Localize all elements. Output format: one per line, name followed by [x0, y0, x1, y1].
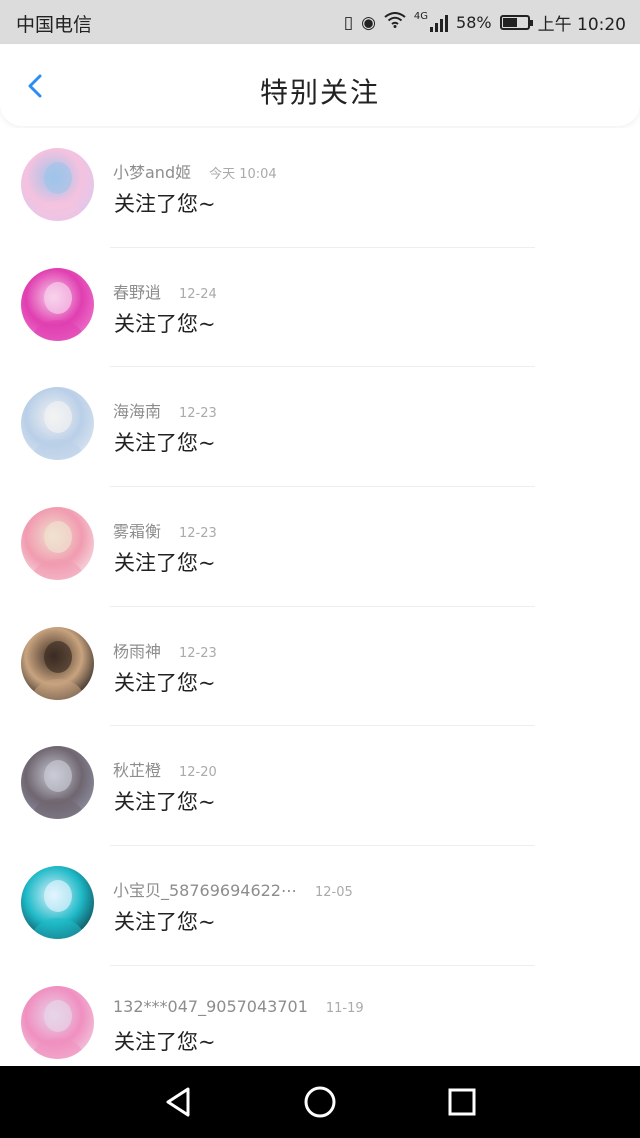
timestamp: 12-24 — [179, 286, 217, 302]
page-title: 特别关注 — [259, 76, 380, 109]
navigation-bar — [0, 1066, 640, 1138]
list-item[interactable]: 小梦and姬 今天 10:04 关注了您~ — [0, 128, 640, 248]
timestamp: 12-20 — [179, 765, 217, 781]
vibrate-icon: ▯ — [343, 12, 354, 33]
avatar[interactable] — [21, 746, 94, 820]
user-name-text: 小梦and姬 — [113, 163, 192, 182]
user-name-text: 秋芷橙 — [113, 761, 162, 781]
square-recents-icon — [448, 1088, 476, 1116]
battery-percent: 58% — [456, 13, 492, 32]
user-name: 132***047_9057043701 11-19 — [113, 997, 364, 1016]
timestamp: 11-19 — [325, 1000, 364, 1016]
timestamp: 12-23 — [179, 645, 217, 661]
message-text: 关注了您~ — [114, 910, 216, 935]
avatar[interactable] — [21, 866, 94, 940]
avatar[interactable] — [21, 267, 94, 341]
list-item[interactable]: 春野逍 12-24 关注了您~ — [0, 248, 640, 368]
eye-icon: ◉ — [361, 12, 376, 33]
list-item[interactable]: 132***047_9057043701 11-19 关注了您~ — [0, 966, 640, 1066]
avatar[interactable] — [21, 387, 94, 461]
user-name: 春野逍 12-24 — [113, 279, 217, 303]
wifi-icon — [384, 12, 406, 33]
message-text: 关注了您~ — [114, 551, 216, 576]
user-name: 雾霜衡 12-23 — [113, 518, 217, 542]
nav-recents-button[interactable] — [444, 1084, 480, 1120]
message-text: 关注了您~ — [114, 192, 216, 216]
timestamp: 12-23 — [179, 406, 217, 422]
triangle-back-icon — [166, 1087, 190, 1117]
user-name: 杨雨神 12-23 — [113, 638, 217, 662]
list-item[interactable]: 小宝贝_58769694622⋯ 12-05 关注了您~ — [0, 846, 640, 966]
message-text: 关注了您~ — [114, 670, 216, 695]
user-name: 秋芷橙 12-20 — [113, 757, 217, 781]
user-name-text: 小宝贝_58769694622⋯ — [113, 881, 297, 901]
timestamp: 12-23 — [179, 526, 217, 542]
battery-icon — [499, 15, 533, 30]
avatar[interactable] — [21, 148, 94, 221]
header: 特别关注 — [0, 44, 640, 126]
status-icons: ▯ ◉ 4G 58% 上午 10:20 — [344, 10, 626, 35]
user-name-text: 杨雨神 — [113, 641, 162, 661]
user-name-text: 海海南 — [113, 402, 162, 422]
clock: 上午 10:20 — [537, 15, 626, 35]
message-text: 关注了您~ — [114, 311, 216, 336]
user-name: 小梦and姬 今天 10:04 — [113, 159, 277, 183]
circle-home-icon — [304, 1086, 336, 1118]
list-item[interactable]: 杨雨神 12-23 关注了您~ — [0, 607, 640, 727]
list-item[interactable]: 秋芷橙 12-20 关注了您~ — [0, 726, 640, 847]
user-name-text: 雾霜衡 — [113, 522, 162, 542]
avatar[interactable] — [21, 985, 94, 1059]
message-text: 关注了您~ — [114, 431, 216, 456]
user-name: 小宝贝_58769694622⋯ 12-05 — [113, 877, 353, 901]
avatar[interactable] — [21, 626, 94, 700]
carrier-label: 中国电信 — [16, 14, 93, 36]
message-text: 关注了您~ — [114, 790, 216, 815]
list-item[interactable]: 海海南 12-23 关注了您~ — [0, 367, 640, 488]
signal-icon — [430, 14, 449, 32]
timestamp: 今天 10:04 — [209, 167, 277, 182]
user-name: 海海南 12-23 — [113, 398, 217, 422]
status-bar: 中国电信 ▯ ◉ 4G 58% 上午 10:20 — [0, 0, 640, 44]
network-type-label: 4G — [413, 11, 429, 22]
list-item[interactable]: 雾霜衡 12-23 关注了您~ — [0, 487, 640, 607]
avatar[interactable] — [21, 507, 94, 581]
message-text: 关注了您~ — [114, 1029, 216, 1054]
timestamp: 12-05 — [314, 885, 353, 901]
user-name-text: 132***047_9057043701 — [113, 996, 308, 1016]
nav-home-button[interactable] — [302, 1084, 338, 1120]
follower-list: 小梦and姬 今天 10:04 关注了您~ 春野逍 12-24 关注了您~ 海海南 1… — [0, 128, 640, 1066]
nav-back-button[interactable] — [160, 1084, 196, 1120]
user-name-text: 春野逍 — [113, 282, 162, 302]
